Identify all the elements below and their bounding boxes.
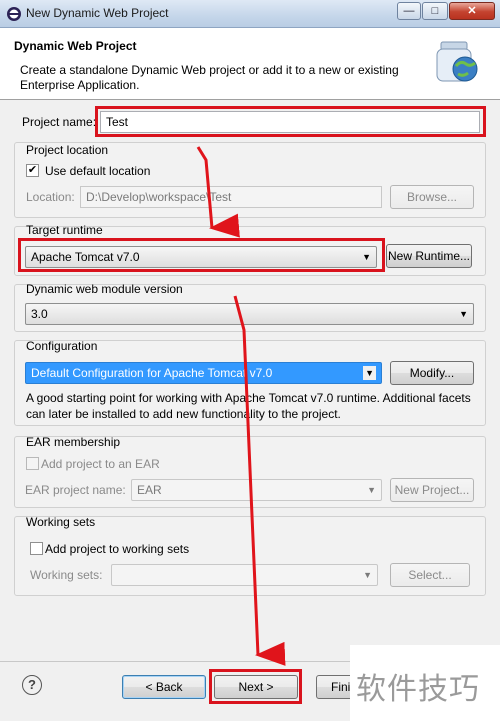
annotation-arrows (196, 146, 286, 666)
watermark-text: 软件技巧 (356, 672, 480, 707)
arrow-to-target-runtime (196, 146, 240, 238)
arrow-to-next-button (233, 295, 286, 666)
